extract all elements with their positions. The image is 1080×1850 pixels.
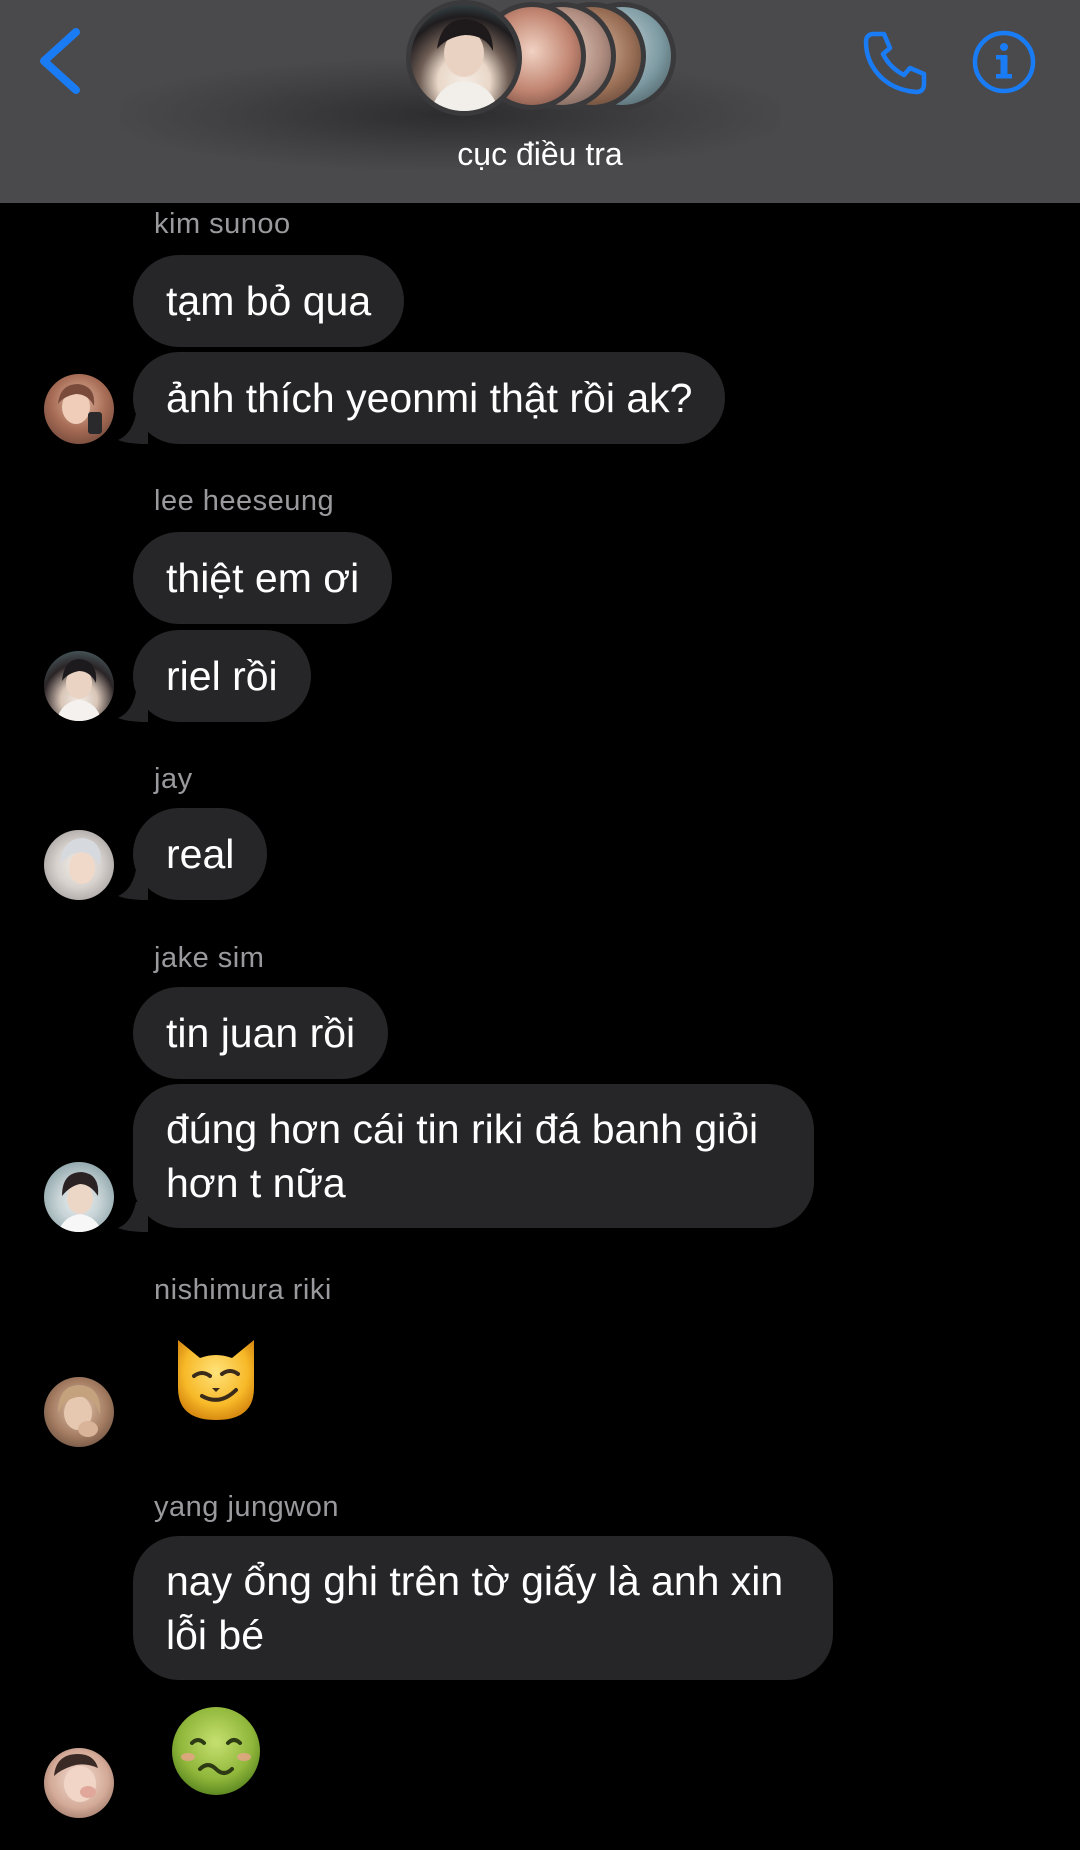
sender-name: kim sunoo <box>154 208 291 240</box>
sender-name: yang jungwon <box>154 1491 339 1523</box>
member-face-icon <box>431 19 499 111</box>
info-icon <box>972 30 1036 94</box>
sender-name: jay <box>154 763 193 795</box>
message-bubble[interactable]: thiệt em ơi <box>133 532 393 624</box>
message-bubble[interactable]: đúng hơn cái tin riki đá banh giỏi hơn t… <box>133 1084 814 1228</box>
message-bubble[interactable]: tạm bỏ qua <box>133 255 405 347</box>
member-face-icon <box>58 1172 102 1232</box>
avatar[interactable] <box>44 374 114 444</box>
chat-header: cục điều tra <box>0 0 1080 203</box>
message-bubble[interactable]: ảnh thích yeonmi thật rồi ak? <box>133 352 726 444</box>
avatar[interactable] <box>44 651 114 721</box>
message-bubble[interactable]: tin juan rồi <box>133 987 389 1079</box>
message-bubble[interactable]: nay ổng ghi trên tờ giấy là anh xin lỗi … <box>133 1536 833 1680</box>
avatar[interactable] <box>44 1162 114 1232</box>
phone-icon <box>863 31 927 95</box>
avatar[interactable] <box>44 830 114 900</box>
bubble-tail <box>118 1202 148 1232</box>
avatar[interactable] <box>44 1377 114 1447</box>
bubble-tail <box>118 692 148 722</box>
avatar[interactable] <box>44 1748 114 1818</box>
bubble-tail <box>118 870 148 900</box>
member-face-icon <box>58 384 102 434</box>
group-title[interactable]: cục điều tra <box>0 136 1080 173</box>
message-bubble[interactable]: riel rồi <box>133 630 311 722</box>
member-face-icon <box>56 659 102 721</box>
nauseated-face-emoji[interactable] <box>168 1703 264 1799</box>
chevron-left-icon <box>40 28 80 94</box>
member-face-icon <box>60 838 101 884</box>
sender-name: jake sim <box>154 942 265 974</box>
sender-name: lee heeseung <box>154 485 335 517</box>
message-bubble[interactable]: real <box>133 808 268 900</box>
smirking-cat-emoji[interactable] <box>168 1332 264 1428</box>
group-avatar-stack[interactable] <box>406 0 676 118</box>
member-face-icon <box>58 1385 101 1437</box>
bubble-tail <box>118 414 148 444</box>
sender-name: nishimura riki <box>154 1274 332 1306</box>
member-face-icon <box>54 1754 98 1802</box>
info-button[interactable] <box>970 28 1038 96</box>
back-button[interactable] <box>36 26 96 96</box>
call-button[interactable] <box>860 28 930 98</box>
group-avatar <box>406 0 522 116</box>
